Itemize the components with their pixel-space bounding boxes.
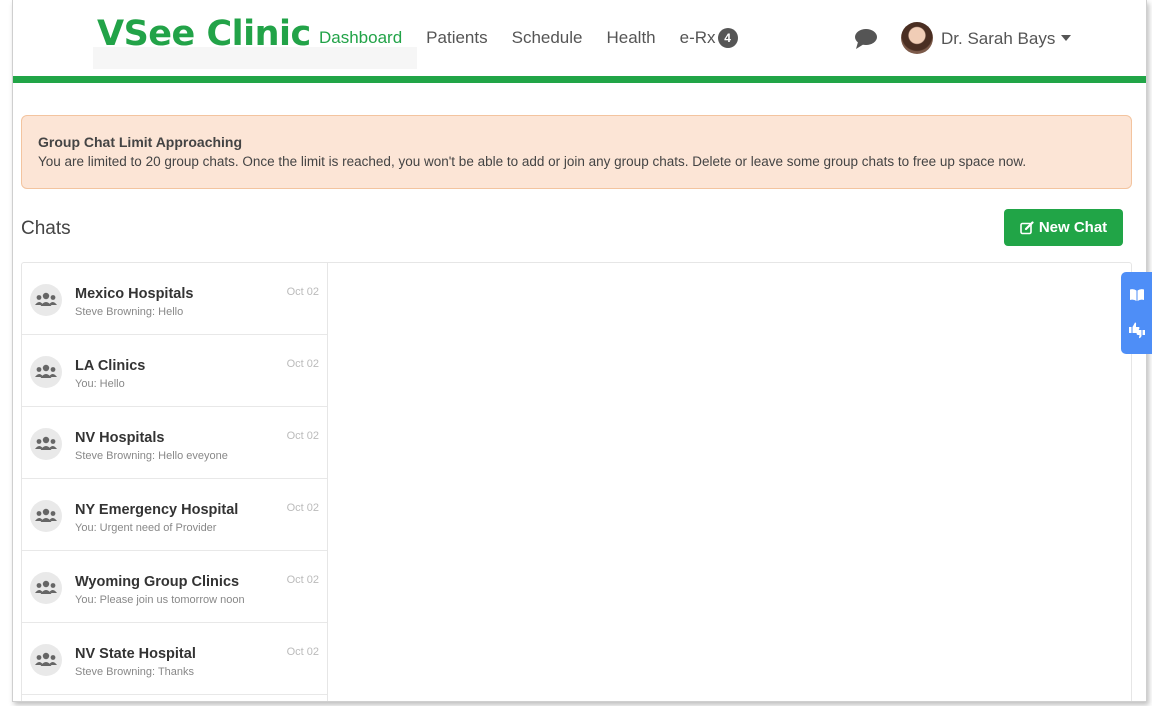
chat-name: NV Hospitals	[75, 430, 165, 446]
user-avatar[interactable]	[901, 22, 933, 54]
users-icon	[35, 652, 57, 666]
group-avatar	[30, 500, 62, 532]
nav-erx-label: e-Rx	[679, 28, 716, 47]
group-avatar	[30, 572, 62, 604]
nav-health[interactable]: Health	[607, 28, 656, 48]
group-avatar	[30, 428, 62, 460]
header-accent-bar	[13, 76, 1146, 83]
thumbs-icon[interactable]	[1128, 321, 1146, 339]
nav-dashboard[interactable]: Dashboard	[319, 28, 402, 48]
chat-list-item[interactable]: NV State Hospital Steve Browning: Thanks…	[22, 623, 327, 695]
chat-list-item[interactable]: Mexico Hospitals Steve Browning: Hello O…	[22, 263, 327, 335]
edit-icon	[1020, 220, 1034, 234]
chat-name: NY Emergency Hospital	[75, 502, 239, 518]
users-icon	[35, 508, 57, 522]
app-window: VSee Clinic Dashboard Patients Schedule …	[12, 0, 1147, 702]
chat-preview: Steve Browning: Thanks	[75, 666, 195, 678]
nav-patients[interactable]: Patients	[426, 28, 487, 48]
side-feedback-tab	[1121, 272, 1152, 354]
top-header: VSee Clinic Dashboard Patients Schedule …	[13, 0, 1146, 76]
group-avatar	[30, 356, 62, 388]
chat-date: Oct 02	[286, 430, 319, 442]
chat-list-item[interactable]: NV Hospitals Steve Browning: Hello eveyo…	[22, 407, 327, 479]
chat-list: Mexico Hospitals Steve Browning: Hello O…	[22, 263, 328, 701]
chat-name: Mexico Hospitals	[75, 286, 194, 302]
erx-count-badge: 4	[717, 28, 738, 48]
chat-list-item[interactable]: NY Emergency Hospital You: Urgent need o…	[22, 479, 327, 551]
chat-name: Wyoming Group Clinics	[75, 574, 240, 590]
users-icon	[35, 292, 57, 306]
chat-preview: You: Hello	[75, 378, 125, 390]
group-avatar	[30, 644, 62, 676]
nav-schedule[interactable]: Schedule	[512, 28, 583, 48]
chat-list-item[interactable]: LA Clinics You: Hello Oct 02	[22, 335, 327, 407]
chat-date: Oct 02	[286, 286, 319, 298]
chat-date: Oct 02	[286, 646, 319, 658]
new-chat-label: New Chat	[1038, 219, 1108, 236]
app-logo[interactable]: VSee Clinic	[97, 14, 311, 54]
chat-preview: Steve Browning: Hello	[75, 306, 184, 318]
group-avatar	[30, 284, 62, 316]
users-icon	[35, 580, 57, 594]
chat-panel: Mexico Hospitals Steve Browning: Hello O…	[21, 262, 1132, 701]
main-nav: Dashboard Patients Schedule Health e-Rx 4	[319, 28, 762, 48]
chat-preview: You: Please join us tomorrow noon	[75, 594, 245, 606]
user-name: Dr. Sarah Bays	[941, 29, 1056, 48]
chat-name: NV State Hospital	[75, 646, 196, 662]
chat-date: Oct 02	[286, 358, 319, 370]
chat-preview: Steve Browning: Hello eveyone	[75, 450, 228, 462]
chat-date: Oct 02	[286, 574, 319, 586]
chat-name: LA Clinics	[75, 358, 146, 374]
users-icon	[35, 436, 57, 450]
group-chat-limit-alert: Group Chat Limit Approaching You are lim…	[21, 115, 1132, 189]
users-icon	[35, 364, 57, 378]
chat-bubble-icon[interactable]	[853, 28, 879, 50]
user-menu[interactable]: Dr. Sarah Bays	[941, 29, 1072, 49]
chats-title: Chats	[21, 218, 71, 239]
alert-message: You are limited to 20 group chats. Once …	[38, 154, 1027, 169]
chat-list-item[interactable]: Wyoming Group Clinics You: Please join u…	[22, 551, 327, 623]
new-chat-button[interactable]: New Chat	[1004, 209, 1123, 246]
nav-erx[interactable]: e-Rx 4	[680, 28, 738, 48]
chat-preview: You: Urgent need of Provider	[75, 522, 217, 534]
book-icon[interactable]	[1129, 288, 1145, 302]
caret-down-icon	[1061, 35, 1072, 41]
alert-title: Group Chat Limit Approaching	[38, 134, 243, 150]
chat-date: Oct 02	[286, 502, 319, 514]
